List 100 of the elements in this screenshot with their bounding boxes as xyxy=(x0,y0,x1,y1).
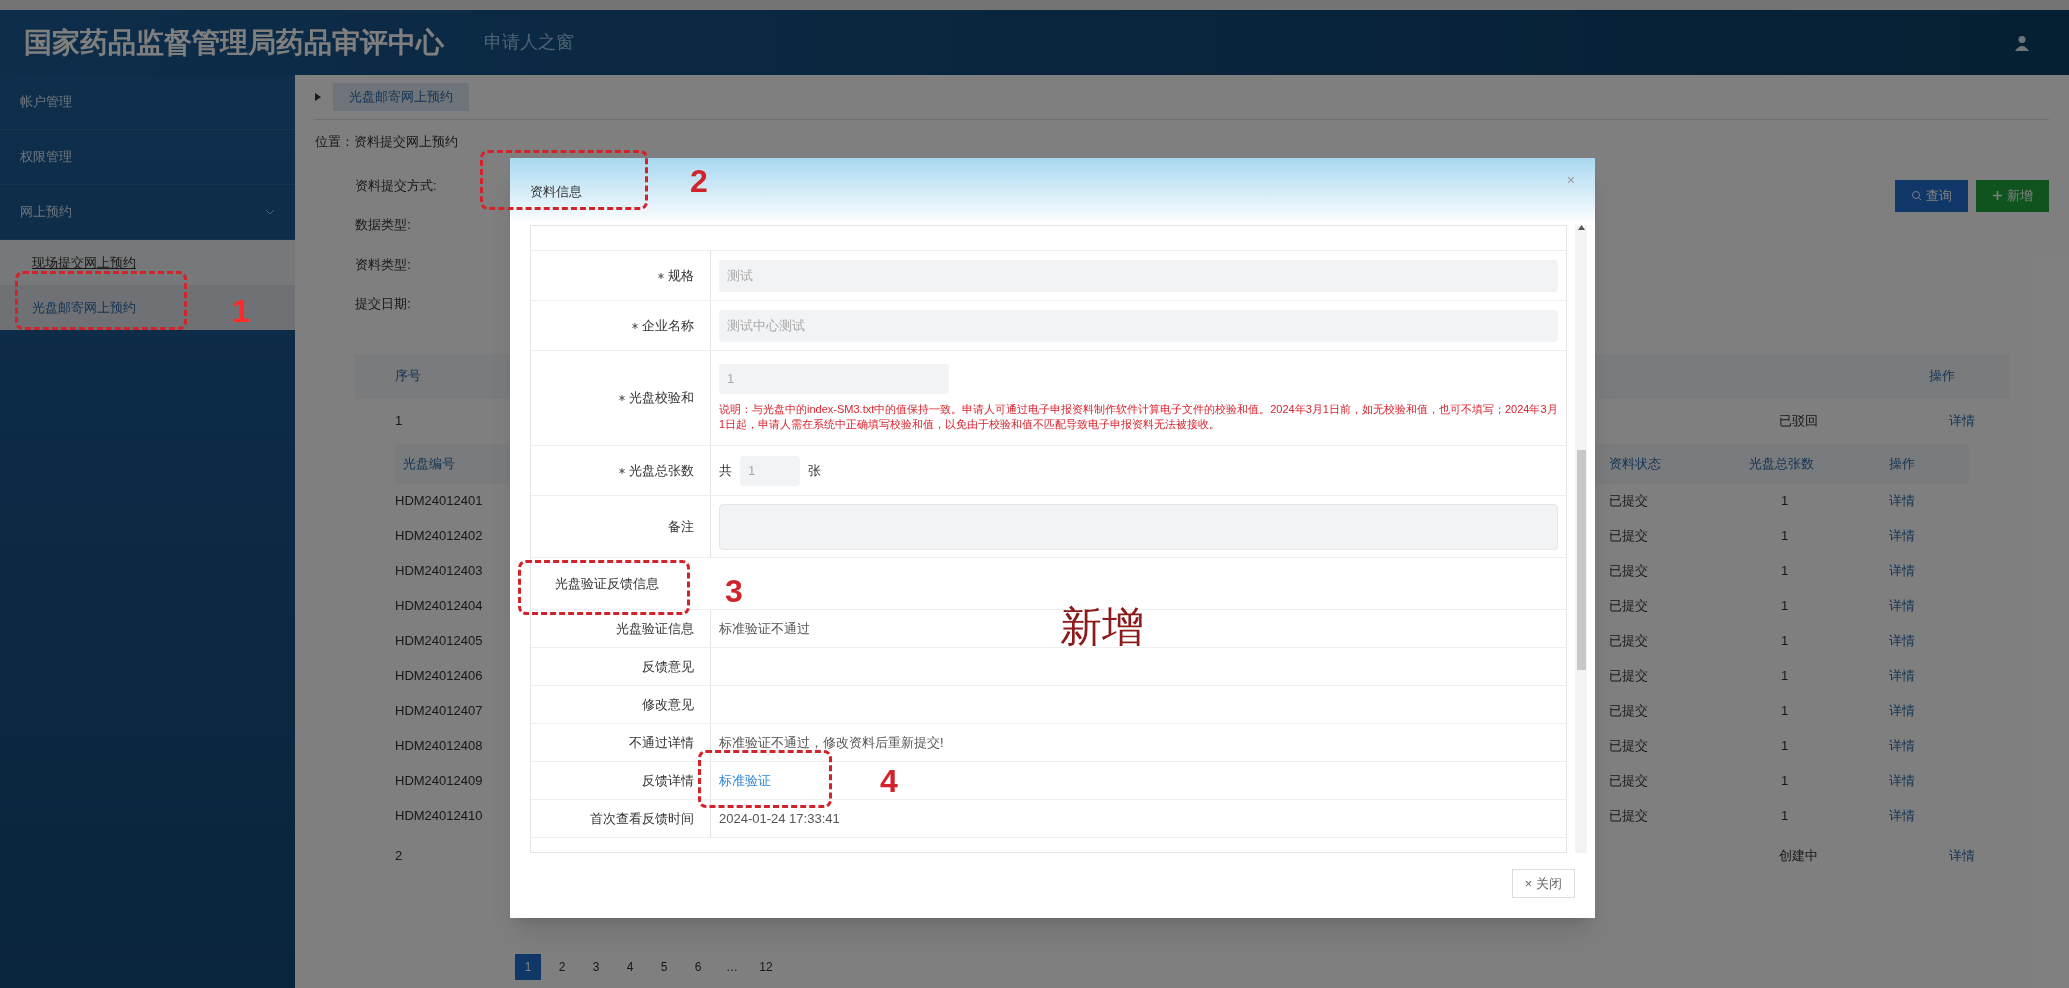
details-link[interactable]: 详情 xyxy=(1889,528,1915,544)
plus-icon xyxy=(1992,190,2003,201)
scrollbar[interactable] xyxy=(1575,225,1587,853)
details-link[interactable]: 详情 xyxy=(1949,848,1975,864)
table-cell: 1 xyxy=(1781,668,1789,684)
user-icon[interactable] xyxy=(2015,34,2029,51)
table-cell: 1 xyxy=(1781,528,1789,544)
details-link[interactable]: 详情 xyxy=(1889,703,1915,719)
table-cell: 1 xyxy=(1781,703,1789,719)
annotation-text: 新增 xyxy=(1060,606,1144,648)
field-label: 不通过详情 xyxy=(629,733,694,752)
close-button[interactable]: × xyxy=(1566,170,1575,191)
table-cell: 已提交 xyxy=(1609,528,1648,544)
table-cell: HDM24012402 xyxy=(395,528,483,544)
input-field[interactable]: 测试中心测试 xyxy=(719,309,1558,342)
column-header: 光盘编号 xyxy=(403,455,455,471)
table-cell: HDM24012408 xyxy=(395,738,483,754)
field-label: 规格 xyxy=(668,266,694,285)
annotation-number: 1 xyxy=(232,295,250,327)
sidebar-subitem[interactable]: 现场提交网上预约 xyxy=(0,240,295,285)
field-label: 修改意见 xyxy=(642,695,694,714)
breadcrumb: 位置：资料提交网上预约 xyxy=(315,133,459,151)
details-link[interactable]: 详情 xyxy=(1889,668,1915,684)
table-cell: HDM24012403 xyxy=(395,563,483,579)
filter-label: 数据类型: xyxy=(355,216,412,234)
field-value: 标准验证不通过，修改资料后重新提交! xyxy=(719,733,944,752)
table-cell: HDM24012404 xyxy=(395,598,483,614)
details-link[interactable]: 详情 xyxy=(1889,738,1915,754)
table-cell: 1 xyxy=(1781,808,1789,824)
table-cell-text: 2 xyxy=(395,847,404,866)
column-header: 操作 xyxy=(1929,367,1956,386)
field-label: 首次查看反馈时间 xyxy=(590,809,694,828)
details-link[interactable]: 详情 xyxy=(1889,493,1915,509)
column-header: 序号 xyxy=(395,367,422,386)
field-label: 光盘验证信息 xyxy=(616,619,694,638)
page-button[interactable]: 1 xyxy=(515,954,541,980)
field-label: 反馈详情 xyxy=(642,771,694,790)
table-cell: 1 xyxy=(1781,773,1789,789)
column-header: 操作 xyxy=(1889,455,1915,471)
table-cell: 已提交 xyxy=(1609,493,1648,509)
table-cell: 1 xyxy=(1781,633,1789,649)
search-button[interactable]: 查询 xyxy=(1895,179,1968,212)
table-cell: HDM24012409 xyxy=(395,773,483,789)
table-cell: 已提交 xyxy=(1609,738,1648,754)
search-icon xyxy=(1911,190,1922,201)
section-title: 光盘验证反馈信息 xyxy=(555,574,659,593)
table-cell: 已提交 xyxy=(1609,633,1648,649)
annotation-number: 2 xyxy=(690,165,708,197)
details-link[interactable]: 详情 xyxy=(1889,773,1915,789)
table-cell: 1 xyxy=(1781,563,1789,579)
filter-label: 提交日期: xyxy=(355,295,412,313)
table-cell: HDM24012401 xyxy=(395,493,483,509)
site-title: 国家药品监督管理局药品审评中心 xyxy=(24,25,444,60)
annotation-number: 4 xyxy=(880,765,898,797)
details-link[interactable]: 详情 xyxy=(1889,633,1915,649)
field-label: 光盘总张数 xyxy=(629,461,694,480)
table-cell: 已提交 xyxy=(1609,563,1648,579)
filter-label: 资料类型: xyxy=(355,255,412,274)
feedback-link[interactable]: 标准验证 xyxy=(719,770,771,791)
details-link[interactable]: 详情 xyxy=(1949,413,1975,429)
annotation-number: 3 xyxy=(725,575,743,607)
count-prefix: 共 xyxy=(719,461,732,480)
table-cell: HDM24012407 xyxy=(395,703,483,719)
status-text: 创建中 xyxy=(1779,848,1818,864)
details-link[interactable]: 详情 xyxy=(1889,598,1915,614)
table-cell: 已提交 xyxy=(1609,808,1648,824)
filter-label: 资料提交方式: xyxy=(355,176,437,195)
details-link[interactable]: 详情 xyxy=(1889,808,1915,824)
field-label: 备注 xyxy=(668,517,694,536)
table-cell: 1 xyxy=(1781,493,1789,509)
dialog-title: 资料信息 xyxy=(530,183,582,201)
input-field[interactable]: 1 xyxy=(740,455,800,486)
table-cell: HDM24012410 xyxy=(395,808,483,824)
page-tab[interactable]: 光盘邮寄网上预约 xyxy=(333,83,469,111)
table-cell: 1 xyxy=(1781,598,1789,614)
table-cell: 1 xyxy=(1781,738,1789,754)
field-value: 2024-01-24 17:33:41 xyxy=(719,809,840,828)
table-cell-text: 1 xyxy=(395,412,404,431)
table-cell: HDM24012406 xyxy=(395,668,483,684)
column-header: 资料状态 xyxy=(1609,455,1661,471)
close-button[interactable]: × 关闭 xyxy=(1511,868,1575,898)
site-subtitle: 申请人之窗 xyxy=(484,31,574,54)
field-label: 企业名称 xyxy=(642,316,694,335)
table-cell: 已提交 xyxy=(1609,668,1648,684)
input-field[interactable]: 1 xyxy=(719,363,949,394)
table-cell: 已提交 xyxy=(1609,598,1648,614)
column-header: 光盘总张数 xyxy=(1749,455,1814,471)
note-text: 说明：与光盘中的index-SM3.txt中的值保持一致。申请人可通过电子申报资料制作软件计算电子文件的校验和值。2024年3月1日前，如无校验和值，也可不填写；2024年3月1日起，申请人需在系统中正确填写校验和值，以免由于校验和值不匹配导致电子申报资料无法被接收。 xyxy=(719,401,1558,432)
status-text: 已驳回 xyxy=(1779,413,1818,429)
count-unit: 张 xyxy=(808,461,821,480)
add-button[interactable]: 新增 xyxy=(1976,179,2049,212)
field-value: 标准验证不通过 xyxy=(719,619,810,638)
table-cell: 已提交 xyxy=(1609,703,1648,719)
table-cell: HDM24012405 xyxy=(395,633,483,649)
caret-icon[interactable] xyxy=(315,93,321,101)
table-cell: 已提交 xyxy=(1609,773,1648,789)
field-label: 反馈意见 xyxy=(642,657,694,676)
input-field[interactable]: 测试 xyxy=(719,259,1558,292)
details-link[interactable]: 详情 xyxy=(1889,563,1915,579)
field-label: 光盘校验和 xyxy=(629,389,694,408)
